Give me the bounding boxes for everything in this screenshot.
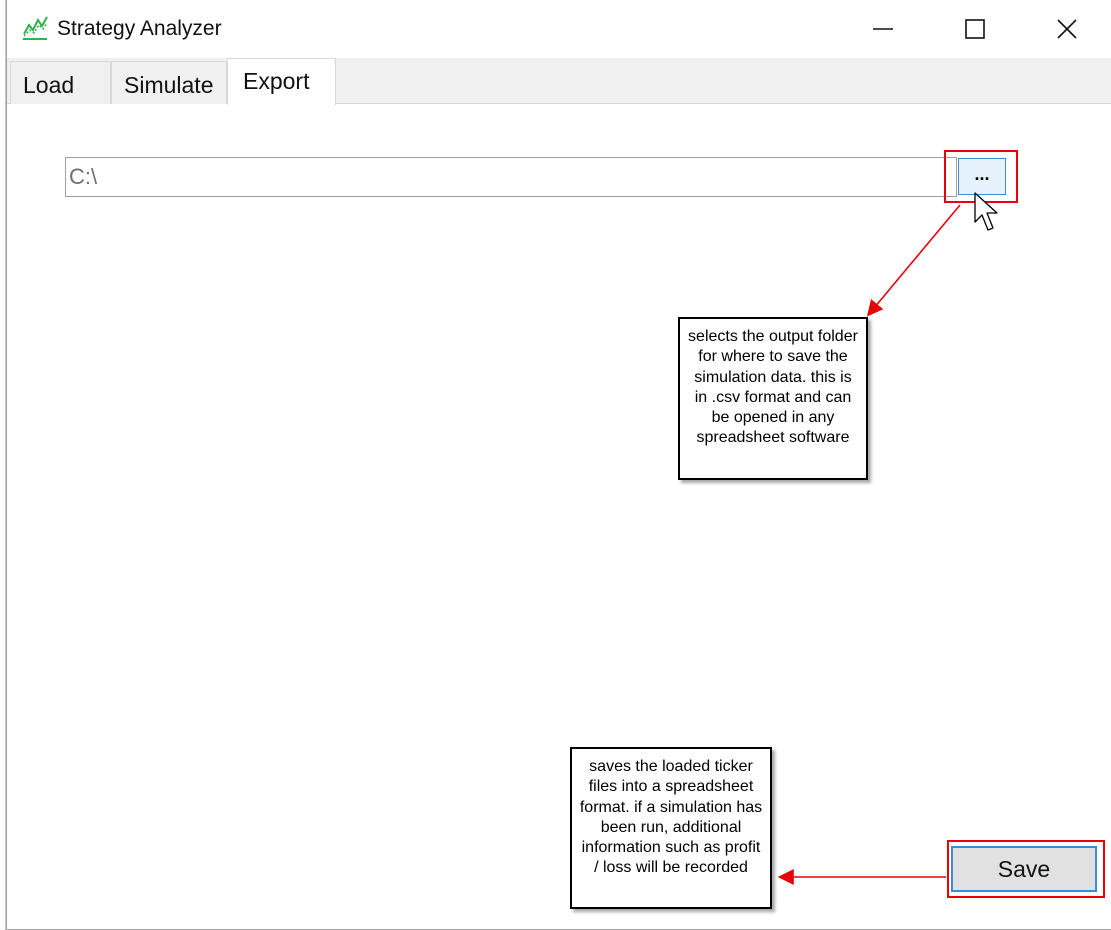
minimize-icon <box>873 28 893 30</box>
browse-highlight-box <box>944 150 1018 203</box>
chart-line-icon <box>23 16 48 40</box>
app-window: Strategy Analyzer Load Simulate Export C… <box>6 0 1111 930</box>
tab-strip: Load Simulate Export <box>7 58 1111 105</box>
save-callout-note: saves the loaded ticker files into a spr… <box>570 747 772 909</box>
close-icon <box>1057 19 1077 39</box>
maximize-button[interactable] <box>929 0 1021 58</box>
tab-load[interactable]: Load <box>10 61 111 104</box>
browse-callout-note: selects the output folder for where to s… <box>678 317 868 480</box>
maximize-icon <box>965 19 985 39</box>
close-button[interactable] <box>1021 0 1111 58</box>
tab-export[interactable]: Export <box>227 58 336 105</box>
minimize-button[interactable] <box>837 0 929 58</box>
save-highlight-box <box>947 840 1105 898</box>
title-bar[interactable]: Strategy Analyzer <box>7 0 1111 58</box>
tab-simulate[interactable]: Simulate <box>111 61 227 104</box>
window-title: Strategy Analyzer <box>57 17 222 40</box>
output-path-field[interactable]: C:\ <box>65 157 957 197</box>
